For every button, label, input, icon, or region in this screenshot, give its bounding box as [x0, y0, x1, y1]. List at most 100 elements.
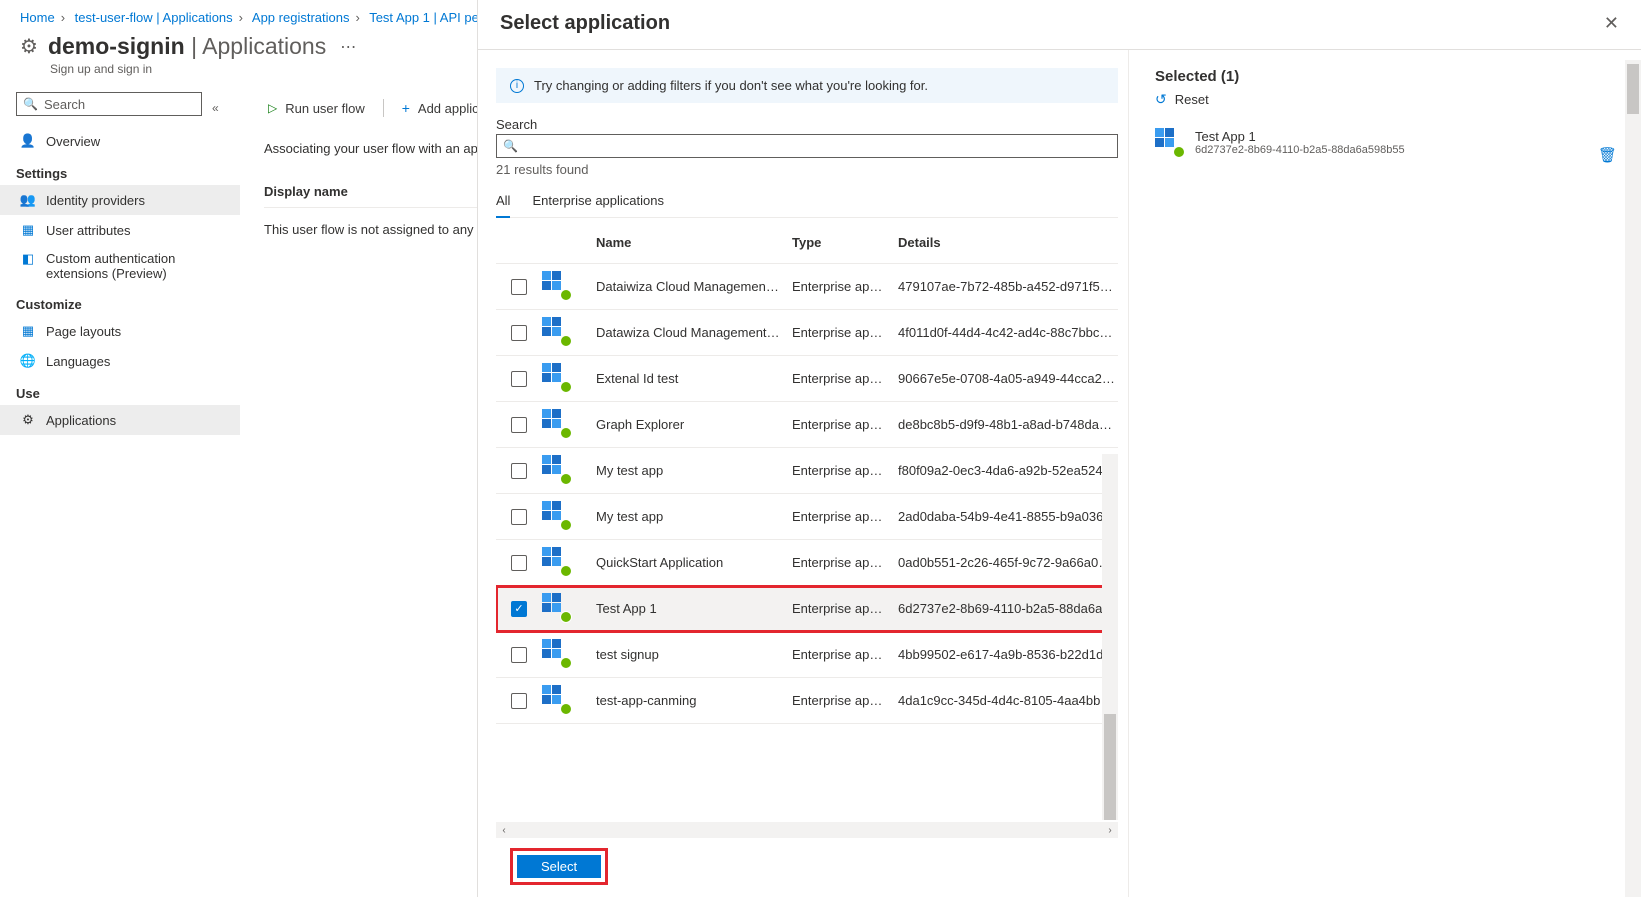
row-checkbox[interactable] — [511, 463, 527, 479]
row-details: 4bb99502-e617-4a9b-8536-b22d1df340a2 — [898, 647, 1118, 662]
close-icon[interactable]: ✕ — [1604, 13, 1619, 34]
crumb-2[interactable]: App registrations — [252, 10, 350, 25]
table-row[interactable]: ✓Test App 1Enterprise ap…6d2737e2-8b69-4… — [496, 586, 1118, 632]
vertical-scrollbar[interactable] — [1102, 454, 1118, 820]
row-checkbox[interactable] — [511, 279, 527, 295]
search-icon: 🔍 — [23, 97, 38, 111]
row-checkbox[interactable] — [511, 371, 527, 387]
app-icon — [542, 685, 570, 713]
flyout-search[interactable]: 🔍 — [496, 134, 1118, 158]
reset-link[interactable]: ↺ Reset — [1155, 91, 1617, 108]
search-icon: 🔍 — [503, 139, 518, 153]
sidebar-item-label: Identity providers — [46, 193, 145, 208]
select-application-panel: Select application ✕ i Try changing or a… — [477, 0, 1641, 897]
run-userflow-button[interactable]: ▷ Run user flow — [264, 101, 369, 116]
selected-name: Test App 1 — [1195, 129, 1405, 144]
selected-id: 6d2737e2-8b69-4110-b2a5-88da6a598b55 — [1195, 144, 1405, 156]
tab-all[interactable]: All — [496, 187, 510, 218]
sidebar-page-layouts[interactable]: ▦ Page layouts — [16, 316, 244, 346]
add-application-button[interactable]: + Add applic — [398, 100, 483, 116]
select-footer: Select — [496, 838, 1118, 897]
row-name: test signup — [596, 647, 792, 662]
more-menu-icon[interactable]: ⋯ — [340, 37, 356, 57]
table-row[interactable]: Dataiwiza Cloud Management C…Enterprise … — [496, 264, 1118, 310]
row-checkbox[interactable] — [511, 555, 527, 571]
info-banner: i Try changing or adding filters if you … — [496, 68, 1118, 103]
row-details: de8bc8b5-d9f9-48b1-a8ad-b748da725064 — [898, 417, 1118, 432]
row-checkbox[interactable] — [511, 417, 527, 433]
horizontal-scrollbar[interactable]: ‹ › — [496, 822, 1118, 838]
banner-text: Try changing or adding filters if you do… — [534, 78, 928, 93]
row-type: Enterprise ap… — [792, 417, 898, 432]
play-icon: ▷ — [268, 101, 277, 115]
table-row[interactable]: test-app-canmingEnterprise ap…4da1c9cc-3… — [496, 678, 1118, 724]
table-row[interactable]: QuickStart ApplicationEnterprise ap…0ad0… — [496, 540, 1118, 586]
table-row[interactable]: Extenal Id testEnterprise ap…90667e5e-07… — [496, 356, 1118, 402]
sidebar-user-attributes[interactable]: ▦ User attributes — [16, 215, 244, 245]
sidebar-identity-providers[interactable]: 👥 Identity providers — [0, 185, 240, 215]
sidebar-applications[interactable]: ⚙ Applications — [0, 405, 240, 435]
table-row[interactable]: Datawiza Cloud Management Co…Enterprise … — [496, 310, 1118, 356]
undo-icon: ↺ — [1155, 91, 1167, 108]
table-row[interactable]: test signupEnterprise ap…4bb99502-e617-4… — [496, 632, 1118, 678]
row-details: f80f09a2-0ec3-4da6-a92b-52ea5247caa5 — [898, 463, 1118, 478]
row-checkbox[interactable] — [511, 509, 527, 525]
scroll-right-icon[interactable]: › — [1102, 822, 1118, 838]
row-checkbox[interactable] — [511, 693, 527, 709]
row-type: Enterprise ap… — [792, 601, 898, 616]
col-type[interactable]: Type — [792, 235, 898, 250]
table-row[interactable]: My test appEnterprise ap…2ad0daba-54b9-4… — [496, 494, 1118, 540]
search-label: Search — [496, 117, 1118, 132]
sidebar-group-customize: Customize — [16, 297, 244, 312]
app-icon — [542, 363, 570, 391]
row-details: 479107ae-7b72-485b-a452-d971f532fe61 — [898, 279, 1118, 294]
row-name: Graph Explorer — [596, 417, 792, 432]
people-icon: 👥 — [20, 192, 36, 208]
app-icon — [1155, 128, 1183, 156]
crumb-1[interactable]: test-user-flow | Applications — [75, 10, 233, 25]
sidebar-item-label: User attributes — [46, 223, 131, 238]
sidebar-overview[interactable]: 👤 Overview — [16, 126, 244, 156]
row-type: Enterprise ap… — [792, 555, 898, 570]
sidebar-group-settings: Settings — [16, 166, 244, 181]
gear-icon: ⚙ — [20, 34, 38, 59]
row-name: test-app-canming — [596, 693, 792, 708]
sidebar-languages[interactable]: 🌐 Languages — [16, 346, 244, 376]
crumb-3[interactable]: Test App 1 | API pe — [369, 10, 479, 25]
row-checkbox[interactable] — [511, 647, 527, 663]
row-name: Test App 1 — [596, 601, 792, 616]
search-placeholder: Search — [44, 97, 85, 112]
select-button[interactable]: Select — [517, 855, 601, 878]
row-details: 0ad0b551-2c26-465f-9c72-9a66a027c981 — [898, 555, 1118, 570]
crumb-home[interactable]: Home — [20, 10, 55, 25]
trash-icon[interactable]: 🗑 — [1598, 146, 1617, 164]
row-details: 4da1c9cc-345d-4d4c-8105-4aa4bb0b67c5 — [898, 693, 1118, 708]
sidebar-custom-auth-ext[interactable]: ◧ Custom authentication extensions (Prev… — [16, 245, 244, 287]
tabs: All Enterprise applications — [496, 187, 1118, 218]
app-icon — [542, 501, 570, 529]
table-row[interactable]: My test appEnterprise ap…f80f09a2-0ec3-4… — [496, 448, 1118, 494]
row-name: Dataiwiza Cloud Management C… — [596, 279, 792, 294]
attributes-icon: ▦ — [20, 222, 36, 238]
scroll-left-icon[interactable]: ‹ — [496, 822, 512, 838]
flyout-search-input[interactable] — [518, 139, 1111, 154]
app-icon — [542, 547, 570, 575]
row-name: My test app — [596, 463, 792, 478]
table-header: Name Type Details — [496, 222, 1118, 264]
table-row[interactable]: Graph ExplorerEnterprise ap…de8bc8b5-d9f… — [496, 402, 1118, 448]
collapse-sidebar-icon[interactable]: « — [212, 101, 219, 115]
tab-enterprise[interactable]: Enterprise applications — [532, 187, 664, 217]
col-details[interactable]: Details — [898, 235, 1118, 250]
sidebar-item-label: Languages — [46, 354, 110, 369]
app-icon — [542, 593, 570, 621]
picker-column: i Try changing or adding filters if you … — [478, 50, 1128, 897]
col-name[interactable]: Name — [596, 235, 792, 250]
row-checkbox[interactable]: ✓ — [511, 601, 527, 617]
toolbar-divider — [383, 99, 384, 117]
panel-scrollbar[interactable] — [1625, 60, 1641, 897]
sidebar-search[interactable]: 🔍 Search — [16, 92, 202, 116]
info-icon: i — [510, 79, 524, 93]
row-checkbox[interactable] — [511, 325, 527, 341]
selected-item: Test App 1 6d2737e2-8b69-4110-b2a5-88da6… — [1155, 128, 1617, 156]
row-type: Enterprise ap… — [792, 279, 898, 294]
